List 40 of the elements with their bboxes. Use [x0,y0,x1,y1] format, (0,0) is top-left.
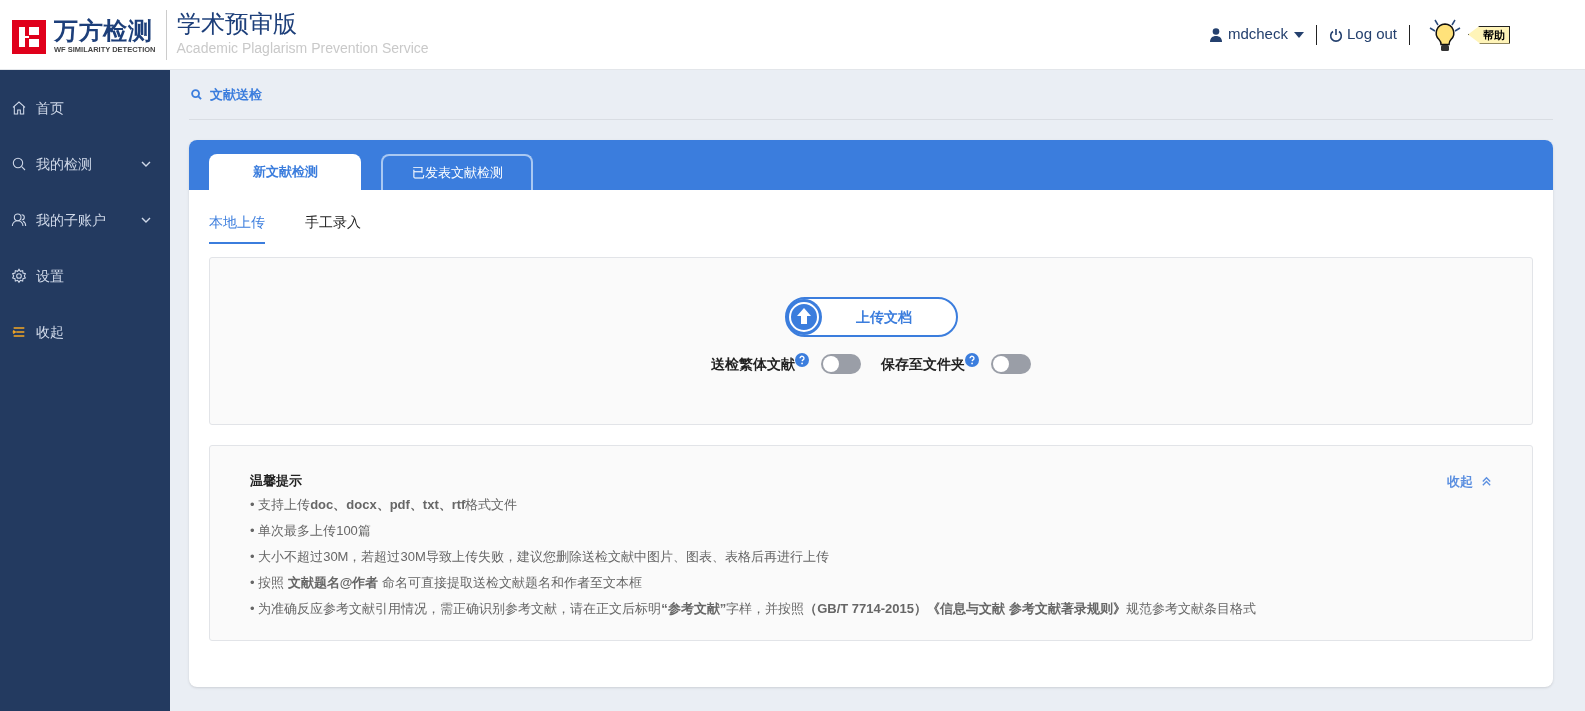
subtab[interactable]: 手工录入 [305,212,361,244]
logo-text: 万方检测 [54,17,154,44]
upload-button[interactable]: 上传文档 [784,297,958,337]
tab[interactable]: 新文献检测 [209,154,361,190]
sidebar-item[interactable]: 设置 [0,248,170,304]
upload-icon [784,298,823,336]
settings-icon [11,268,27,284]
help-icon[interactable] [795,353,809,367]
sidebar-item[interactable]: 收起 [0,304,170,360]
subtab[interactable]: 本地上传 [209,212,265,244]
logout-button[interactable]: Log out [1328,23,1397,46]
tab[interactable]: 已发表文献检测 [381,154,533,190]
tip-text: • 按照 文献题名@作者 命名可直接提取送检文献题名和作者至文本框 [250,573,644,592]
home-icon [11,100,27,116]
breadcrumb[interactable]: 文献送检 [210,84,262,105]
search-icon [11,156,27,172]
tip-text: • 大小不超过30M，若超过30M导致上传失败，建议您删除送检文献中图片、图表、表格后再进行上传 [250,547,830,566]
tip-text: • 支持上传doc、docx、pdf、txt、rtf格式文件 [250,495,519,514]
sidebar-item[interactable]: 我的检测 [0,136,170,192]
sidebar-item[interactable]: 我的子账户 [0,192,170,248]
help-button[interactable]: 帮助 [1468,25,1510,44]
user-menu[interactable]: mdcheck [1209,23,1304,46]
help-icon[interactable] [965,353,979,367]
list-icon [11,324,27,340]
tips-title: 温馨提示 [250,472,302,490]
toggle-switch[interactable] [991,354,1031,374]
user-icon [11,212,27,228]
search-icon [191,89,202,100]
toggle-label: 送检繁体文献 [711,354,795,374]
caret-icon [1293,30,1304,39]
toggle-label: 保存至文件夹 [881,354,965,374]
tip-text: • 为准确反应参考文献引用情况，需正确识别参考文献，请在正文后标明“参考文献”字样，并按照（GB/T 7714-2015）《信息与文献 参考文献著录规则》规范参考文献条目格式 [250,599,1257,618]
tip-text: • 单次最多上传100篇 [250,521,372,540]
user-icon [1209,27,1222,42]
product-title: 学术预审版 [176,10,298,38]
sidebar-item[interactable]: 首页 [0,80,170,136]
double-chevron-icon [1481,476,1492,488]
power-icon [1328,27,1343,42]
logo-icon [12,19,46,54]
toggle-switch[interactable] [821,354,861,374]
